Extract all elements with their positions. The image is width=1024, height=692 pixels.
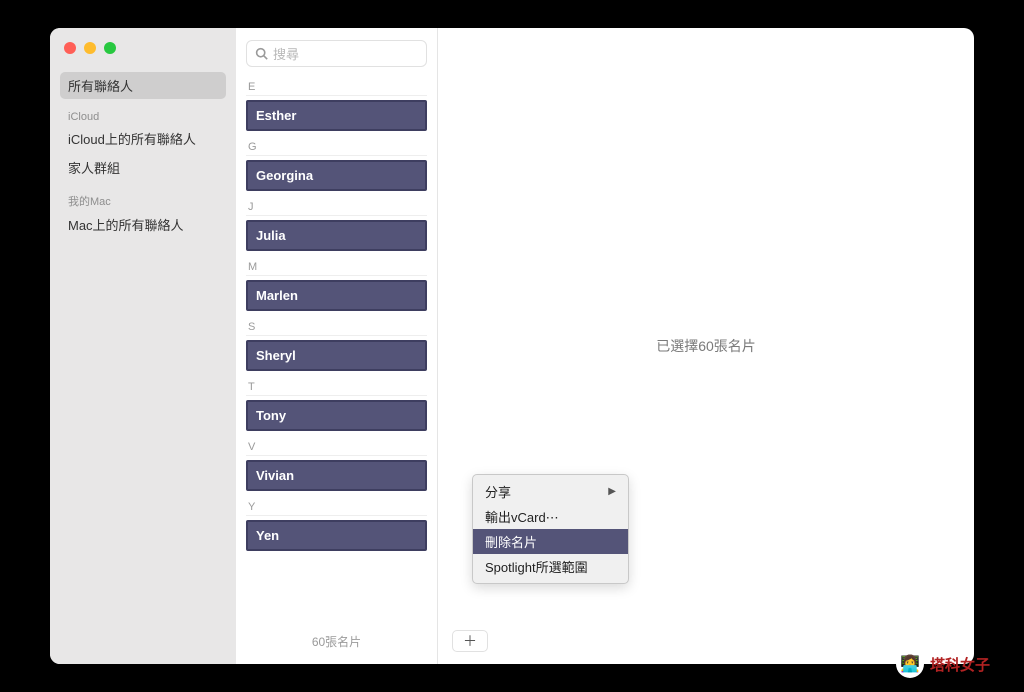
search-icon <box>255 47 268 60</box>
contacts-list-column: 搜尋 E Esther G Georgina J Julia M Marlen … <box>236 28 438 664</box>
contact-row[interactable]: Georgina <box>246 160 427 191</box>
section-header: T <box>246 373 427 396</box>
menu-item-label: 分享 <box>485 482 511 501</box>
menu-item-export-vcard[interactable]: 輸出vCard⋯ <box>473 504 628 529</box>
section-header: J <box>246 193 427 216</box>
watermark-icon: 👩‍💻 <box>896 650 924 678</box>
contact-row[interactable]: Yen <box>246 520 427 551</box>
sidebar-group-mymac: 我的Mac <box>60 189 226 211</box>
detail-status: 已選擇60張名片 <box>656 336 756 356</box>
search-placeholder: 搜尋 <box>273 44 299 63</box>
contact-row[interactable]: Marlen <box>246 280 427 311</box>
sidebar-item-all-contacts[interactable]: 所有聯絡人 <box>60 72 226 99</box>
fullscreen-icon[interactable] <box>104 42 116 54</box>
watermark: 👩‍💻 塔科女子 <box>896 650 990 678</box>
sidebar-group-icloud: iCloud <box>60 107 226 125</box>
section-header: M <box>246 253 427 276</box>
sidebar-item-icloud-all[interactable]: iCloud上的所有聯絡人 <box>60 125 226 152</box>
contact-row[interactable]: Vivian <box>246 460 427 491</box>
chevron-right-icon: ▶ <box>608 486 616 497</box>
close-icon[interactable] <box>64 42 76 54</box>
contact-row[interactable]: Esther <box>246 100 427 131</box>
window-controls <box>64 42 226 54</box>
section-header: G <box>246 133 427 156</box>
contact-row[interactable]: Julia <box>246 220 427 251</box>
sidebar-item-family[interactable]: 家人群組 <box>60 154 226 181</box>
minimize-icon[interactable] <box>84 42 96 54</box>
contact-row[interactable]: Sheryl <box>246 340 427 371</box>
section-header: E <box>246 73 427 96</box>
contacts-window: 所有聯絡人 iCloud iCloud上的所有聯絡人 家人群組 我的Mac Ma… <box>50 28 974 664</box>
section-header: Y <box>246 493 427 516</box>
section-header: V <box>246 433 427 456</box>
menu-item-spotlight[interactable]: Spotlight所選範圍 <box>473 554 628 579</box>
watermark-text: 塔科女子 <box>930 654 990 675</box>
add-contact-button[interactable]: ＋ <box>452 630 488 652</box>
sidebar: 所有聯絡人 iCloud iCloud上的所有聯絡人 家人群組 我的Mac Ma… <box>50 28 236 664</box>
contact-row[interactable]: Tony <box>246 400 427 431</box>
contacts-count: 60張名片 <box>236 625 437 664</box>
menu-item-share[interactable]: 分享 ▶ <box>473 479 628 504</box>
menu-item-delete-card[interactable]: 刪除名片 <box>473 529 628 554</box>
search-input[interactable]: 搜尋 <box>246 40 427 67</box>
section-header: S <box>246 313 427 336</box>
contacts-list[interactable]: E Esther G Georgina J Julia M Marlen S S… <box>236 71 437 625</box>
sidebar-item-mac-all[interactable]: Mac上的所有聯絡人 <box>60 211 226 238</box>
context-menu: 分享 ▶ 輸出vCard⋯ 刪除名片 Spotlight所選範圍 <box>472 474 629 584</box>
